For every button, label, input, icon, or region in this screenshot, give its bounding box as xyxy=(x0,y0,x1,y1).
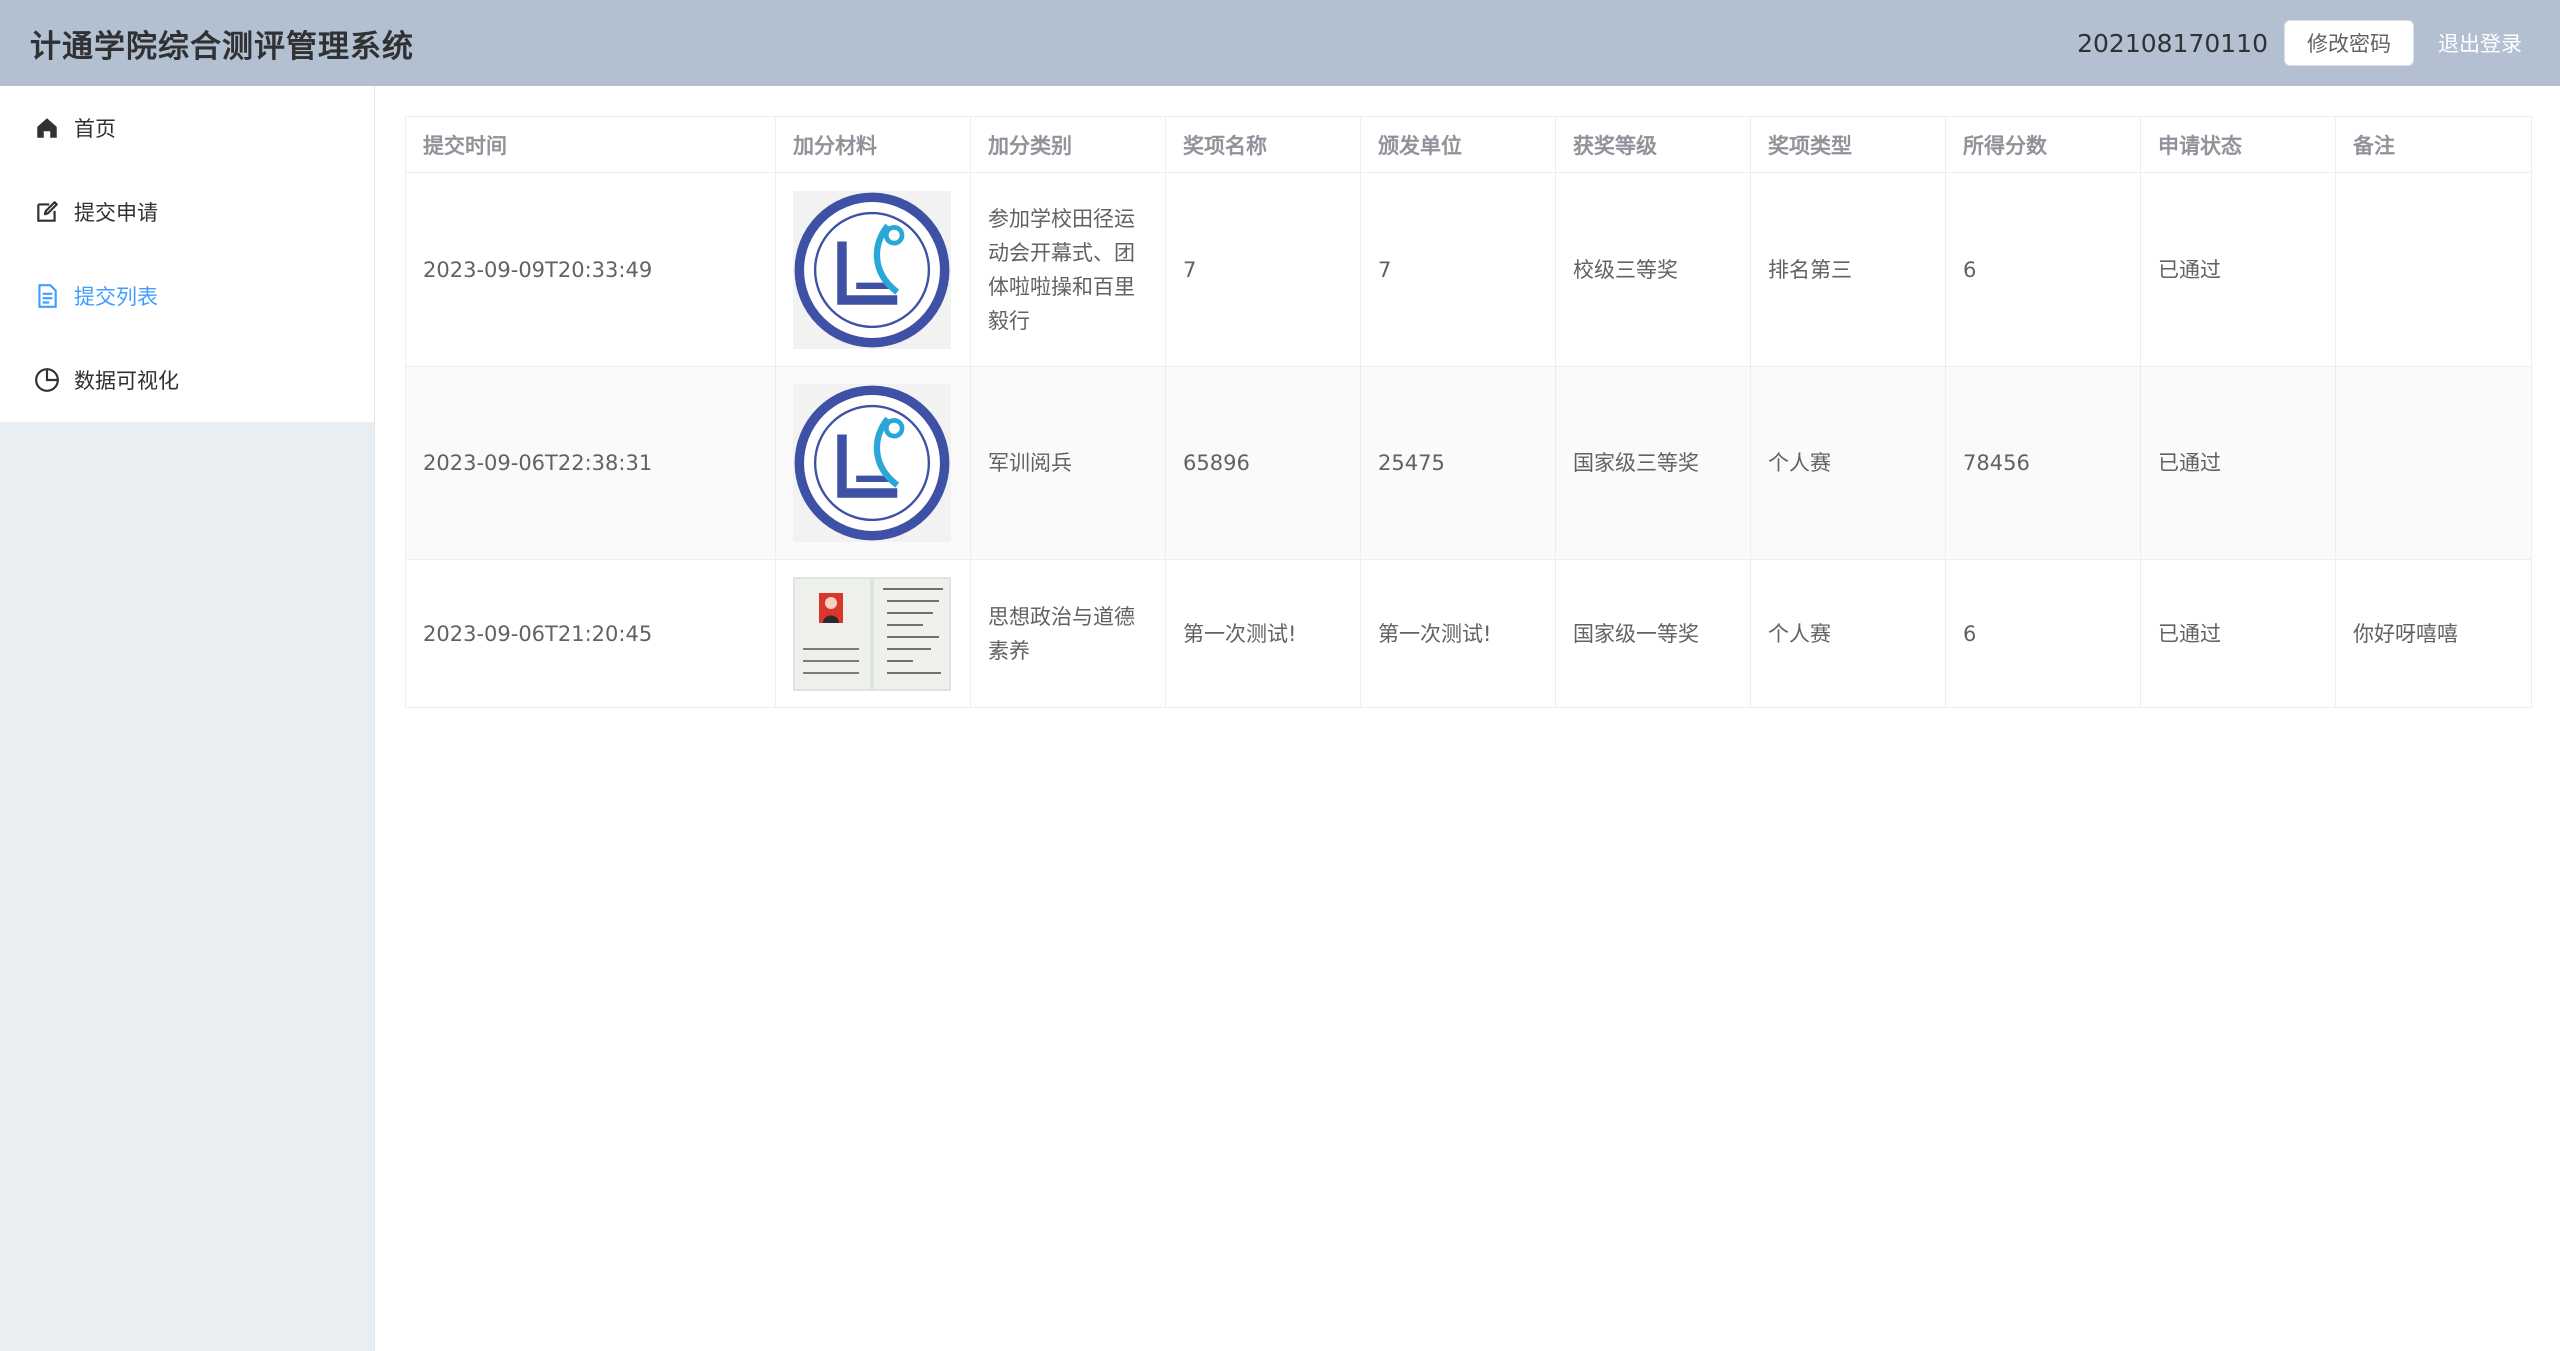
user-id: 202108170110 xyxy=(2077,28,2268,58)
column-header[interactable]: 备注 xyxy=(2335,116,2532,173)
cell-remark: 你好呀嘻嘻 xyxy=(2335,559,2532,708)
cell-issuer: 7 xyxy=(1360,172,1556,367)
column-header[interactable]: 加分材料 xyxy=(775,116,971,173)
main-content: 提交时间 加分材料 加分类别 奖项名称 颁发单位 获奖等级 奖项类型 所得分数 … xyxy=(375,86,2560,1351)
home-icon xyxy=(37,118,57,138)
cell-award-name: 7 xyxy=(1165,172,1361,367)
certificate-image[interactable] xyxy=(793,576,951,691)
column-header[interactable]: 所得分数 xyxy=(1945,116,2141,173)
sidebar-item-submit[interactable]: 提交申请 xyxy=(0,170,374,254)
sidebar-menu: 首页 提交申请 提交列表 数据可视化 xyxy=(0,86,374,422)
cell-status: 已通过 xyxy=(2140,172,2336,367)
edit-icon xyxy=(37,201,58,222)
top-header: 计通学院综合测评管理系统 202108170110 修改密码 退出登录 xyxy=(0,0,2560,86)
sidebar: 首页 提交申请 提交列表 数据可视化 xyxy=(0,86,375,1351)
sidebar-item-visualization[interactable]: 数据可视化 xyxy=(0,338,374,422)
cell-remark xyxy=(2335,366,2532,560)
cell-score: 78456 xyxy=(1945,366,2141,560)
table-header-row: 提交时间 加分材料 加分类别 奖项名称 颁发单位 获奖等级 奖项类型 所得分数 … xyxy=(405,116,2532,173)
table-row[interactable]: 2023-09-06T22:38:31 军训阅兵 65896 25475 国家级… xyxy=(405,366,2532,560)
column-header[interactable]: 奖项名称 xyxy=(1165,116,1361,173)
cell-level: 校级三等奖 xyxy=(1555,172,1751,367)
cell-time: 2023-09-06T21:20:45 xyxy=(405,559,776,708)
logo-image[interactable] xyxy=(793,190,951,349)
cell-issuer: 25475 xyxy=(1360,366,1556,560)
submission-table: 提交时间 加分材料 加分类别 奖项名称 颁发单位 获奖等级 奖项类型 所得分数 … xyxy=(405,116,2532,708)
table-row[interactable]: 2023-09-06T21:20:45 思想政治与道德素养 第一次测试! 第一次… xyxy=(405,559,2532,708)
logout-link[interactable]: 退出登录 xyxy=(2438,28,2522,58)
cell-level: 国家级三等奖 xyxy=(1555,366,1751,560)
column-header[interactable]: 提交时间 xyxy=(405,116,776,173)
cell-category: 思想政治与道德素养 xyxy=(970,559,1166,708)
change-password-button[interactable]: 修改密码 xyxy=(2284,20,2414,66)
sidebar-item-label: 数据可视化 xyxy=(74,369,179,393)
cell-status: 已通过 xyxy=(2140,559,2336,708)
table-row[interactable]: 2023-09-09T20:33:49 参加学校田径运动会开幕式、团体啦啦操和百… xyxy=(405,172,2532,367)
column-header[interactable]: 加分类别 xyxy=(970,116,1166,173)
cell-status: 已通过 xyxy=(2140,366,2336,560)
sidebar-item-label: 提交申请 xyxy=(74,201,158,225)
cell-category: 军训阅兵 xyxy=(970,366,1166,560)
cell-remark xyxy=(2335,172,2532,367)
sidebar-item-label: 首页 xyxy=(74,117,116,141)
cell-time: 2023-09-06T22:38:31 xyxy=(405,366,776,560)
document-icon xyxy=(38,284,57,308)
cell-type: 排名第三 xyxy=(1750,172,1946,367)
column-header[interactable]: 颁发单位 xyxy=(1360,116,1556,173)
app-title: 计通学院综合测评管理系统 xyxy=(30,28,414,65)
sidebar-item-label: 提交列表 xyxy=(74,285,158,309)
pie-chart-icon xyxy=(35,368,59,392)
column-header[interactable]: 奖项类型 xyxy=(1750,116,1946,173)
cell-material xyxy=(775,366,971,560)
cell-material xyxy=(775,172,971,367)
cell-award-name: 65896 xyxy=(1165,366,1361,560)
sidebar-item-home[interactable]: 首页 xyxy=(0,86,374,170)
logo-image[interactable] xyxy=(793,384,951,542)
cell-type: 个人赛 xyxy=(1750,559,1946,708)
cell-time: 2023-09-09T20:33:49 xyxy=(405,172,776,367)
cell-level: 国家级一等奖 xyxy=(1555,559,1751,708)
sidebar-item-list[interactable]: 提交列表 xyxy=(0,254,374,338)
column-header[interactable]: 获奖等级 xyxy=(1555,116,1751,173)
cell-score: 6 xyxy=(1945,172,2141,367)
cell-score: 6 xyxy=(1945,559,2141,708)
cell-award-name: 第一次测试! xyxy=(1165,559,1361,708)
header-actions: 202108170110 修改密码 退出登录 xyxy=(2077,20,2522,66)
column-header[interactable]: 申请状态 xyxy=(2140,116,2336,173)
cell-issuer: 第一次测试! xyxy=(1360,559,1556,708)
cell-material xyxy=(775,559,971,708)
cell-type: 个人赛 xyxy=(1750,366,1946,560)
cell-category: 参加学校田径运动会开幕式、团体啦啦操和百里毅行 xyxy=(970,172,1166,367)
